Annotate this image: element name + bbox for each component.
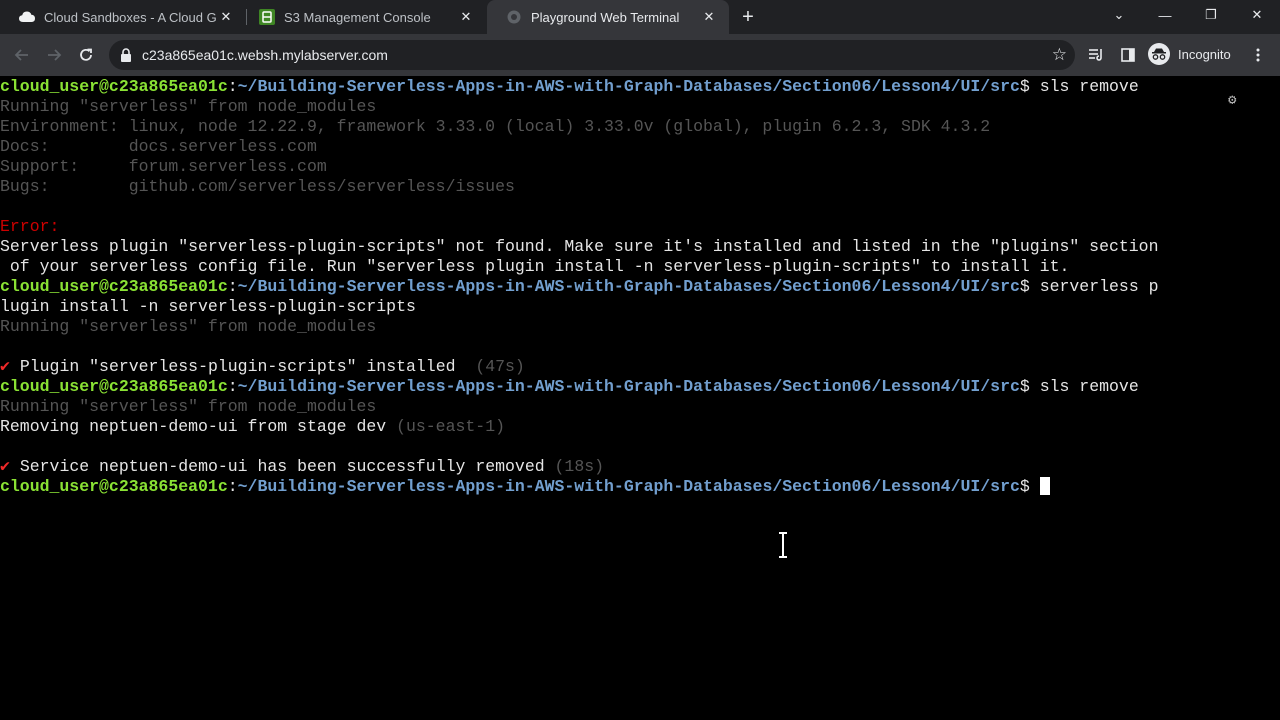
- ibeam-cursor-icon: [779, 532, 787, 558]
- new-tab-button[interactable]: +: [736, 5, 760, 29]
- minimize-button[interactable]: —: [1142, 0, 1188, 30]
- incognito-label: Incognito: [1178, 46, 1231, 62]
- incognito-icon: [1148, 43, 1170, 65]
- tab-title: Cloud Sandboxes - A Cloud Guru: [44, 9, 216, 25]
- terminal-line: Docs: docs.serverless.com: [0, 137, 317, 156]
- tab-title: Playground Web Terminal: [531, 9, 680, 25]
- terminal-line: Running "serverless" from node_modules: [0, 97, 377, 116]
- tab-title: S3 Management Console: [284, 9, 431, 25]
- side-panel-icon[interactable]: [1117, 44, 1139, 66]
- terminal-line: Running "serverless" from node_modules: [0, 317, 377, 336]
- lock-icon[interactable]: [118, 47, 134, 63]
- terminal-output[interactable]: cloud_user@c23a865ea01c:~/Building-Serve…: [0, 76, 1280, 720]
- settings-gear-icon[interactable]: ⚙: [1228, 92, 1236, 109]
- close-tab-icon[interactable]: ✕: [456, 7, 476, 27]
- incognito-badge[interactable]: Incognito: [1148, 43, 1231, 65]
- bookmark-star-icon[interactable]: ☆: [1052, 45, 1067, 65]
- error-label: Error:: [0, 217, 60, 236]
- terminal-line: Support: forum.serverless.com: [0, 157, 327, 176]
- tab-s3-console[interactable]: S3 Management Console ✕: [240, 0, 486, 34]
- terminal-line: ✔ Service neptuen-demo-ui has been succe…: [0, 457, 605, 476]
- browser-toolbar: c23a865ea01c.websh.mylabserver.com ☆ Inc…: [0, 34, 1280, 76]
- terminal-line: Bugs: github.com/serverless/serverless/i…: [0, 177, 515, 196]
- tab-web-terminal[interactable]: Playground Web Terminal ✕: [487, 0, 729, 34]
- address-bar[interactable]: c23a865ea01c.websh.mylabserver.com ☆: [109, 40, 1075, 70]
- media-control-icon[interactable]: [1085, 44, 1107, 66]
- s3-icon: [259, 9, 275, 25]
- terminal-line: Removing neptuen-demo-ui from stage dev …: [0, 417, 505, 436]
- tab-cloud-sandboxes[interactable]: Cloud Sandboxes - A Cloud Guru ✕: [0, 0, 246, 34]
- tab-strip: Cloud Sandboxes - A Cloud Guru ✕ S3 Mana…: [0, 0, 1280, 34]
- back-arrow-icon[interactable]: [9, 42, 35, 68]
- text-cursor: [1039, 477, 1050, 495]
- terminal-icon: [506, 9, 522, 25]
- close-tab-icon[interactable]: ✕: [216, 7, 236, 27]
- error-message: of your serverless config file. Run "ser…: [0, 257, 1070, 276]
- terminal-line: cloud_user@c23a865ea01c:~/Building-Serve…: [0, 377, 1139, 396]
- restore-button[interactable]: ❐: [1188, 0, 1234, 30]
- url-text: c23a865ea01c.websh.mylabserver.com: [142, 47, 388, 63]
- kebab-menu-icon[interactable]: [1247, 44, 1269, 66]
- check-icon: ✔: [0, 457, 10, 476]
- terminal-line: cloud_user@c23a865ea01c:~/Building-Serve…: [0, 277, 1159, 296]
- error-message: Serverless plugin "serverless-plugin-scr…: [0, 237, 1159, 256]
- close-tab-icon[interactable]: ✕: [699, 7, 719, 27]
- check-icon: ✔: [0, 357, 10, 376]
- terminal-line: ✔ Plugin "serverless-plugin-scripts" ins…: [0, 357, 525, 376]
- terminal-line: lugin install -n serverless-plugin-scrip…: [0, 297, 416, 316]
- reload-icon[interactable]: [73, 42, 99, 68]
- close-window-button[interactable]: ✕: [1234, 0, 1280, 30]
- terminal-line: Environment: linux, node 12.22.9, framew…: [0, 117, 991, 136]
- forward-arrow-icon[interactable]: [41, 42, 67, 68]
- terminal-line: cloud_user@c23a865ea01c:~/Building-Serve…: [0, 77, 1139, 96]
- tab-search-icon[interactable]: ⌄: [1096, 0, 1142, 30]
- cloud-icon: [19, 9, 35, 25]
- terminal-line: Running "serverless" from node_modules: [0, 397, 377, 416]
- terminal-prompt[interactable]: cloud_user@c23a865ea01c:~/Building-Serve…: [0, 477, 1050, 497]
